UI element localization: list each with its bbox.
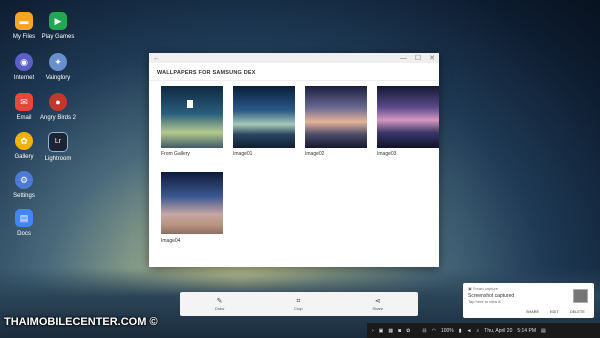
capture-toolbar: ✎ Draw ⌗ Crop ⋖ Share <box>180 292 418 316</box>
notifications-icon[interactable]: ▤ <box>541 328 546 334</box>
angry-birds-icon: ● <box>49 93 67 111</box>
wallpaper-label: Image04 <box>161 238 181 244</box>
email-icon: ✉ <box>15 93 33 111</box>
notification-delete-button[interactable]: DELETE <box>570 310 585 314</box>
camera-icon[interactable]: ◙ <box>398 328 401 334</box>
wallpaper-label: From Gallery <box>161 151 190 157</box>
internet-icon: ◉ <box>15 53 33 71</box>
watermark: THAIMOBILECENTER.COM © <box>4 316 158 328</box>
wallpaper-label: Image03 <box>377 151 397 157</box>
docs-icon: ▤ <box>15 209 33 227</box>
screenshot-icon[interactable]: ▣ <box>379 328 384 334</box>
window-controls: — ☐ ✕ <box>394 54 435 62</box>
desktop-icon-email[interactable]: ✉ Email <box>6 93 42 122</box>
desktop-icon-play-games[interactable]: ▶ Play Games <box>40 12 76 41</box>
draw-button[interactable]: ✎ Draw <box>215 298 224 311</box>
desktop-icon-label: Angry Birds 2 <box>40 115 77 121</box>
desktop-icon-my-files[interactable]: ▬ My Files <box>6 12 42 41</box>
desktop-icon-label: Lightroom <box>44 156 72 162</box>
desktop-icon-label: Vainglory <box>45 75 71 81</box>
cast-icon[interactable]: ⊟ <box>422 328 426 334</box>
desktop-icon-label: Play Games <box>41 34 75 40</box>
screenshot-notification[interactable]: ▣ Smart capture Screenshot captured Tap … <box>463 283 594 318</box>
wallpaper-label: Image02 <box>305 151 325 157</box>
draw-label: Draw <box>214 305 225 311</box>
volume-icon[interactable]: ◄ <box>467 328 472 334</box>
window-title: WALLPAPERS FOR SAMSUNG DEX <box>149 63 439 81</box>
back-icon[interactable]: ← <box>153 55 160 62</box>
vainglory-icon: ✦ <box>49 53 67 71</box>
wallpaper-image04[interactable] <box>161 172 223 234</box>
gear-icon: ⚙ <box>15 171 33 189</box>
wallpaper-image01[interactable] <box>233 86 295 148</box>
close-icon[interactable]: ✕ <box>429 55 435 62</box>
desktop: { "desktop": { "icons": [ {"label": "My … <box>0 0 600 338</box>
desktop-icon-label: Settings <box>13 193 35 199</box>
wallpaper-image02[interactable] <box>305 86 367 148</box>
crop-icon: ⌗ <box>296 297 301 305</box>
notification-edit-button[interactable]: EDIT <box>550 310 559 314</box>
battery-level: 100% <box>440 327 454 334</box>
wallpaper-label: Image01 <box>233 151 253 157</box>
folder-icon: ▬ <box>15 12 33 30</box>
desktop-icon-label: Email <box>16 115 32 121</box>
taskbar-date[interactable]: Thu, April 20 <box>484 328 512 334</box>
wifi-icon: ◠ <box>431 327 436 334</box>
window-titlebar[interactable]: ← — ☐ ✕ <box>149 53 439 63</box>
share-button[interactable]: ⋖ Share <box>372 298 383 311</box>
search-icon[interactable]: ⌕ <box>476 328 479 334</box>
wallpaper-from-gallery[interactable] <box>161 86 223 148</box>
desktop-icon-settings[interactable]: ⚙ Settings <box>6 171 42 200</box>
notification-share-button[interactable]: SHARE <box>526 310 539 314</box>
maximize-icon[interactable]: ☐ <box>415 55 421 62</box>
image-icon[interactable]: ▦ <box>388 328 393 334</box>
taskbar-time[interactable]: 5:14 PM <box>517 328 536 334</box>
desktop-icon-internet[interactable]: ◉ Internet <box>6 53 42 82</box>
lightroom-icon: Lr <box>48 132 68 152</box>
desktop-icon-angry-birds[interactable]: ● Angry Birds 2 <box>40 93 76 122</box>
desktop-icon-lightroom[interactable]: Lr Lightroom <box>40 132 76 163</box>
gallery-thumbnail-icon <box>187 100 193 108</box>
desktop-icon-label: Gallery <box>14 154 34 160</box>
gallery-icon: ✿ <box>15 132 33 150</box>
desktop-icon-label: Docs <box>17 231 31 237</box>
notification-app-name: Smart capture <box>472 286 499 291</box>
play-games-icon: ▶ <box>49 12 67 30</box>
desktop-icon-docs[interactable]: ▤ Docs <box>6 209 42 238</box>
desktop-icon-label: My Files <box>12 34 36 40</box>
share-label: Share <box>372 305 384 311</box>
notification-body: Tap here to view it. <box>468 299 502 304</box>
desktop-icon-label: Internet <box>13 75 35 81</box>
wallpaper-window: ← — ☐ ✕ WALLPAPERS FOR SAMSUNG DEX From … <box>149 53 439 267</box>
battery-icon: ▮ <box>458 327 462 334</box>
crop-label: Crop <box>293 305 303 311</box>
gallery-status-icon[interactable]: ✿ <box>406 328 410 334</box>
notification-app: ▣ Smart capture <box>468 286 498 291</box>
crop-button[interactable]: ⌗ Crop <box>294 298 303 311</box>
desktop-icon-gallery[interactable]: ✿ Gallery <box>6 132 42 161</box>
capture-app-icon: ▣ <box>468 286 472 291</box>
pen-icon: ✎ <box>216 297 223 305</box>
desktop-icon-vainglory[interactable]: ✦ Vainglory <box>40 53 76 82</box>
screenshot-thumbnail <box>573 289 588 303</box>
wallpaper-image03[interactable] <box>377 86 439 148</box>
minimize-icon[interactable]: — <box>400 55 407 62</box>
chevron-right-icon[interactable]: › <box>372 328 374 334</box>
share-icon: ⋖ <box>374 297 381 305</box>
taskbar: › ▣ ▦ ◙ ✿ ⊟ ◠ 100% ▮ ◄ ⌕ Thu, April 20 5… <box>367 323 600 338</box>
